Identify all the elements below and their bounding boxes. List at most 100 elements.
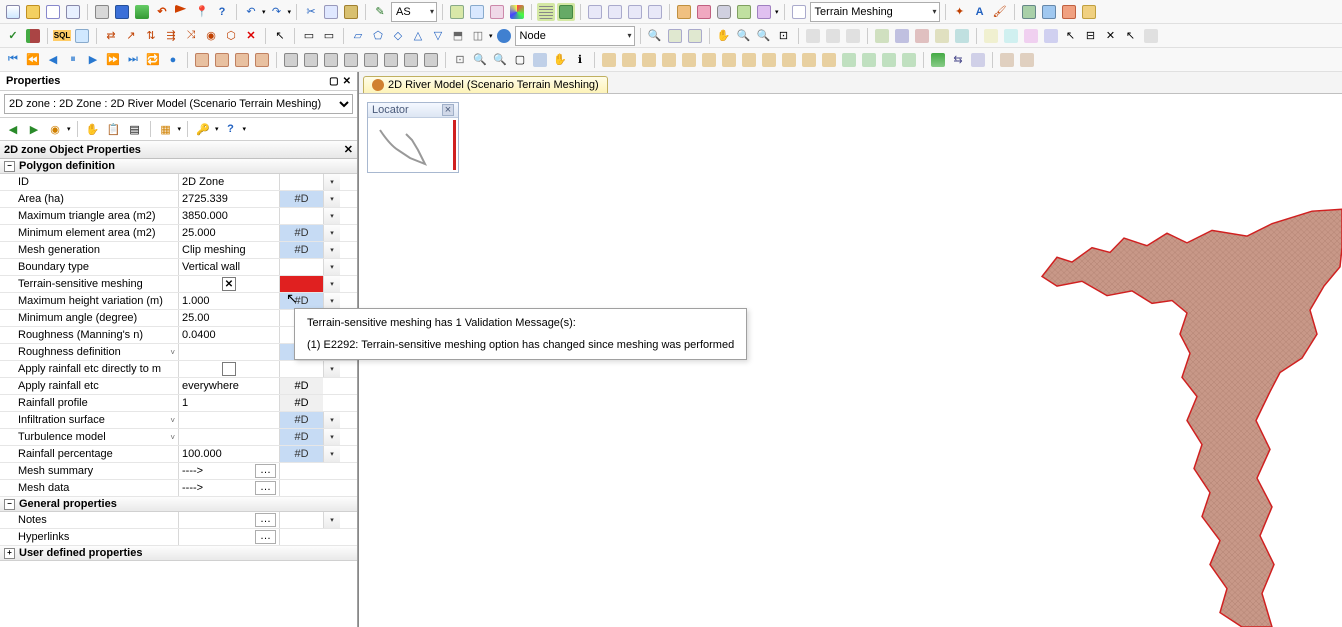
flag-cell[interactable]: #D <box>279 378 323 394</box>
redo-icon[interactable]: ↷ <box>268 3 286 21</box>
forward-icon[interactable]: ⏩ <box>104 51 122 69</box>
g2-icon[interactable] <box>302 51 320 69</box>
p2-icon[interactable] <box>893 27 911 45</box>
pin-icon[interactable]: 📍 <box>193 3 211 21</box>
color-icon[interactable] <box>508 3 526 21</box>
zoomout-icon[interactable]: 🔍 <box>755 27 773 45</box>
shape1-icon[interactable]: ▱ <box>349 27 367 45</box>
find3-icon[interactable] <box>686 27 704 45</box>
s10-icon[interactable] <box>780 51 798 69</box>
box-icon[interactable]: ▢ <box>511 51 529 69</box>
net5-icon[interactable]: ⤨ <box>182 27 200 45</box>
key-icon[interactable]: 🔑 <box>194 120 212 138</box>
db1-icon[interactable] <box>715 3 733 21</box>
shape2-icon[interactable]: ⬠ <box>369 27 387 45</box>
prop-value[interactable]: everywhere <box>178 378 279 394</box>
flag-cell[interactable] <box>279 174 323 190</box>
layer3-icon[interactable] <box>488 3 506 21</box>
dropdown-btn[interactable] <box>323 259 340 275</box>
rewind-icon[interactable]: ⏪ <box>24 51 42 69</box>
ellipsis-btn[interactable]: … <box>255 464 276 478</box>
t1-icon[interactable] <box>982 27 1000 45</box>
s1-icon[interactable] <box>600 51 618 69</box>
select2-icon[interactable]: ▭ <box>320 27 338 45</box>
fire-icon[interactable] <box>1060 3 1078 21</box>
group-general[interactable]: −General properties <box>0 497 357 512</box>
shape6-icon[interactable]: ⬒ <box>449 27 467 45</box>
locator-close-icon[interactable]: × <box>442 104 454 116</box>
p3-icon[interactable] <box>913 27 931 45</box>
prop-value[interactable] <box>178 429 279 445</box>
checkbox-checked-icon[interactable] <box>222 277 236 291</box>
loop-icon[interactable]: 🔁 <box>144 51 162 69</box>
s9-icon[interactable] <box>760 51 778 69</box>
flag-cell[interactable]: #D <box>279 429 323 445</box>
viewport-tab[interactable]: 2D River Model (Scenario Terrain Meshing… <box>363 76 608 93</box>
sq2-icon[interactable] <box>695 3 713 21</box>
prop-value[interactable]: ---->… <box>178 463 279 479</box>
canvas[interactable]: Locator × <box>359 94 1342 627</box>
s13-icon[interactable] <box>840 51 858 69</box>
dropdown-btn[interactable] <box>323 512 340 528</box>
globe-icon[interactable] <box>495 27 513 45</box>
db-icon[interactable]: ▦ <box>157 120 175 138</box>
s12-icon[interactable] <box>820 51 838 69</box>
flag-cell[interactable] <box>279 512 323 528</box>
dropdown-btn[interactable] <box>323 429 340 445</box>
flag-cell[interactable] <box>279 259 323 275</box>
layer2-icon[interactable] <box>468 3 486 21</box>
flag-cell[interactable]: #D <box>279 446 323 462</box>
s8-icon[interactable] <box>740 51 758 69</box>
find1-icon[interactable]: 🔍 <box>646 27 664 45</box>
g8-icon[interactable] <box>422 51 440 69</box>
flag-cell[interactable]: #D <box>279 395 323 411</box>
g5-icon[interactable] <box>362 51 380 69</box>
select1-icon[interactable]: ▭ <box>300 27 318 45</box>
t9-icon[interactable] <box>1142 27 1160 45</box>
ellipsis-btn[interactable]: … <box>255 530 276 544</box>
shape4-icon[interactable]: △ <box>409 27 427 45</box>
cut-icon[interactable]: ✂ <box>302 3 320 21</box>
layers-icon[interactable] <box>531 51 549 69</box>
g6-icon[interactable] <box>382 51 400 69</box>
prop-value[interactable] <box>178 412 279 428</box>
prop-value[interactable] <box>178 276 279 292</box>
net4-icon[interactable]: ⇶ <box>162 27 180 45</box>
dropdown-btn[interactable] <box>323 208 340 224</box>
prop-value[interactable]: Clip meshing <box>178 242 279 258</box>
step-back-icon[interactable]: ◀ <box>44 51 62 69</box>
sq1-icon[interactable] <box>675 3 693 21</box>
prop-value[interactable]: Vertical wall <box>178 259 279 275</box>
copy-icon[interactable] <box>322 3 340 21</box>
x2-icon[interactable] <box>1018 51 1036 69</box>
shape5-icon[interactable]: ▽ <box>429 27 447 45</box>
prop-value[interactable] <box>178 361 279 377</box>
s4-icon[interactable] <box>660 51 678 69</box>
s14-icon[interactable] <box>860 51 878 69</box>
grid2-icon[interactable] <box>557 3 575 21</box>
net-icon[interactable]: ⇆ <box>949 51 967 69</box>
tile3-icon[interactable] <box>626 3 644 21</box>
search2-icon[interactable]: 🔍 <box>491 51 509 69</box>
s6-icon[interactable] <box>700 51 718 69</box>
dropdown-btn[interactable] <box>323 242 340 258</box>
net6-icon[interactable]: ◉ <box>202 27 220 45</box>
map-icon[interactable] <box>1020 3 1038 21</box>
m1-icon[interactable] <box>804 27 822 45</box>
prop-value[interactable]: 25.000 <box>178 225 279 241</box>
flag-cell[interactable]: #D <box>279 242 323 258</box>
tile1-icon[interactable] <box>586 3 604 21</box>
shape3-icon[interactable]: ◇ <box>389 27 407 45</box>
grid1-icon[interactable] <box>537 3 555 21</box>
help-icon[interactable]: ? <box>213 3 231 21</box>
doc2-icon[interactable] <box>790 3 808 21</box>
s2-icon[interactable] <box>620 51 638 69</box>
prop-value[interactable]: 1 <box>178 395 279 411</box>
prop-value[interactable]: 100.000 <box>178 446 279 462</box>
flag-cell[interactable]: #D <box>279 412 323 428</box>
layer1-icon[interactable] <box>448 3 466 21</box>
prop-value[interactable]: 2D Zone <box>178 174 279 190</box>
zoomin-icon[interactable]: 🔍 <box>735 27 753 45</box>
prop-value[interactable]: 2725.339 <box>178 191 279 207</box>
s5-icon[interactable] <box>680 51 698 69</box>
